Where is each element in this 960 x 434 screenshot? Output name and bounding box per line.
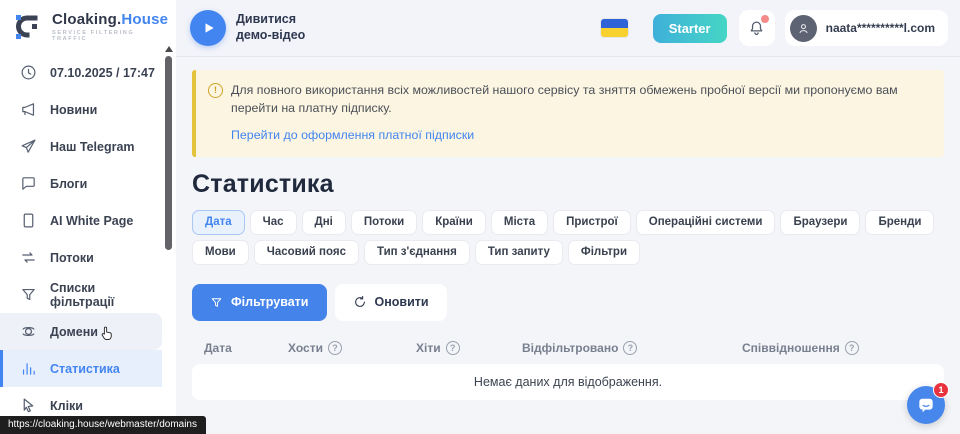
plan-starter-button[interactable]: Starter bbox=[653, 14, 727, 43]
tab-filters[interactable]: Фільтри bbox=[568, 240, 640, 265]
support-chat-button[interactable]: 1 bbox=[907, 386, 945, 424]
banner-text: Для повного використання всіх можливосте… bbox=[231, 82, 928, 118]
user-account-button[interactable]: naata**********l.com bbox=[785, 10, 948, 46]
help-icon[interactable]: ? bbox=[623, 341, 637, 355]
sidebar-item-domains[interactable]: Домени bbox=[0, 313, 162, 350]
warning-icon: ! bbox=[208, 83, 223, 98]
logo-title: Cloaking.House bbox=[52, 12, 168, 27]
sidebar-item-filter-lists[interactable]: Списки фільтрації bbox=[0, 276, 162, 313]
logo[interactable]: Cloaking.House SERVICE FILTERING TRAFFIC bbox=[0, 0, 176, 42]
app-window: Cloaking.House SERVICE FILTERING TRAFFIC… bbox=[0, 0, 960, 434]
tab-time[interactable]: Час bbox=[250, 210, 297, 235]
clock-icon bbox=[20, 64, 37, 81]
tab-timezone[interactable]: Часовий пояс bbox=[254, 240, 359, 265]
megaphone-icon bbox=[20, 101, 37, 118]
tab-browsers[interactable]: Браузери bbox=[780, 210, 860, 235]
notifications-button[interactable] bbox=[739, 10, 775, 46]
notification-dot bbox=[761, 15, 769, 23]
link-status-bar: https://cloaking.house/webmaster/domains bbox=[0, 416, 206, 434]
sidebar-item-label: Списки фільтрації bbox=[50, 281, 162, 309]
tab-countries[interactable]: Країни bbox=[422, 210, 486, 235]
language-flag-ukraine[interactable] bbox=[601, 19, 628, 37]
tab-operating-systems[interactable]: Операційні системи bbox=[636, 210, 776, 235]
table-header-row: Дата Хости ? Хіти ? Відфільтровано ? Спі… bbox=[192, 341, 944, 355]
sidebar-item-label: Наш Telegram bbox=[50, 140, 135, 154]
user-email: naata**********l.com bbox=[826, 21, 935, 35]
logo-tagline: SERVICE FILTERING TRAFFIC bbox=[52, 30, 168, 42]
refresh-button[interactable]: Оновити bbox=[335, 284, 447, 321]
help-icon[interactable]: ? bbox=[328, 341, 342, 355]
sidebar-nav: 07.10.2025 / 17:47 Новини Наш Telegram Б… bbox=[0, 54, 162, 424]
sidebar-item-ai-white-page[interactable]: AI White Page bbox=[0, 202, 162, 239]
sidebar-item-datetime: 07.10.2025 / 17:47 bbox=[0, 54, 162, 91]
tab-request-type[interactable]: Тип запиту bbox=[475, 240, 563, 265]
tab-brands[interactable]: Бренди bbox=[865, 210, 934, 235]
sidebar-item-label: AI White Page bbox=[50, 214, 133, 228]
filter-button[interactable]: Фільтрувати bbox=[192, 284, 327, 321]
refresh-icon bbox=[353, 295, 367, 309]
document-icon bbox=[20, 212, 37, 229]
sidebar-item-label: Домени bbox=[50, 325, 98, 339]
sidebar-item-statistics[interactable]: Статистика bbox=[0, 350, 162, 387]
scrollbar-thumb[interactable] bbox=[165, 56, 172, 250]
sidebar-scrollbar[interactable] bbox=[163, 42, 175, 434]
subscription-link[interactable]: Перейти до оформлення платної підписки bbox=[231, 128, 474, 142]
tab-cities[interactable]: Міста bbox=[491, 210, 548, 235]
chat-bubble-icon bbox=[20, 175, 37, 192]
tab-devices[interactable]: Пристрої bbox=[553, 210, 631, 235]
column-header-ratio: Співвідношення ? bbox=[742, 341, 944, 355]
actions-row: Фільтрувати Оновити bbox=[192, 284, 944, 321]
main-content: ! Для повного використання всіх можливос… bbox=[176, 58, 960, 434]
sidebar-item-label: Потоки bbox=[50, 251, 94, 265]
help-icon[interactable]: ? bbox=[446, 341, 460, 355]
bar-chart-icon bbox=[20, 360, 37, 377]
avatar bbox=[790, 15, 817, 42]
streams-icon bbox=[20, 249, 37, 266]
logo-title-accent: House bbox=[121, 11, 168, 28]
cursor-icon bbox=[20, 397, 37, 414]
user-icon bbox=[796, 21, 811, 36]
sidebar-item-label: Блоги bbox=[50, 177, 87, 191]
funnel-icon bbox=[20, 286, 37, 303]
chat-unread-badge: 1 bbox=[933, 382, 949, 398]
chat-icon bbox=[916, 395, 936, 415]
topbar: Дивитися демо-відео Starter naata*******… bbox=[176, 0, 960, 57]
stats-tabs: Дата Час Дні Потоки Країни Міста Пристро… bbox=[192, 210, 944, 270]
sidebar-item-label: Статистика bbox=[50, 362, 120, 376]
sidebar-item-news[interactable]: Новини bbox=[0, 91, 162, 128]
tab-streams[interactable]: Потоки bbox=[351, 210, 417, 235]
tab-date[interactable]: Дата bbox=[192, 210, 245, 235]
page-title: Статистика bbox=[192, 170, 944, 199]
topbar-right: Starter naata**********l.com bbox=[601, 10, 948, 46]
mouse-cursor-icon bbox=[98, 325, 115, 342]
empty-table-message: Немає даних для відображення. bbox=[192, 364, 944, 400]
help-icon[interactable]: ? bbox=[845, 341, 859, 355]
funnel-icon bbox=[210, 296, 223, 309]
sidebar-item-blogs[interactable]: Блоги bbox=[0, 165, 162, 202]
logo-icon bbox=[14, 12, 44, 42]
column-header-hits: Хіти ? bbox=[416, 341, 522, 355]
globe-icon bbox=[20, 323, 37, 340]
tab-days[interactable]: Дні bbox=[302, 210, 346, 235]
column-header-date: Дата bbox=[204, 341, 288, 355]
demo-video-play-button[interactable] bbox=[190, 10, 226, 46]
tab-languages[interactable]: Мови bbox=[192, 240, 249, 265]
tab-connection-type[interactable]: Тип з'єднання bbox=[364, 240, 470, 265]
paper-plane-icon bbox=[20, 138, 37, 155]
logo-title-dark: Cloaking. bbox=[52, 11, 121, 28]
play-icon bbox=[202, 21, 216, 35]
trial-warning-banner: ! Для повного використання всіх можливос… bbox=[192, 70, 944, 157]
sidebar-item-label: Кліки bbox=[50, 399, 83, 413]
sidebar: Cloaking.House SERVICE FILTERING TRAFFIC… bbox=[0, 0, 176, 434]
column-header-hosts: Хости ? bbox=[288, 341, 416, 355]
scrollbar-up-arrow-icon[interactable] bbox=[165, 46, 173, 52]
sidebar-item-streams[interactable]: Потоки bbox=[0, 239, 162, 276]
sidebar-item-label: 07.10.2025 / 17:47 bbox=[50, 66, 155, 80]
sidebar-item-label: Новини bbox=[50, 103, 97, 117]
sidebar-item-telegram[interactable]: Наш Telegram bbox=[0, 128, 162, 165]
demo-video-label[interactable]: Дивитися демо-відео bbox=[236, 12, 305, 43]
column-header-filtered: Відфільтровано ? bbox=[522, 341, 742, 355]
